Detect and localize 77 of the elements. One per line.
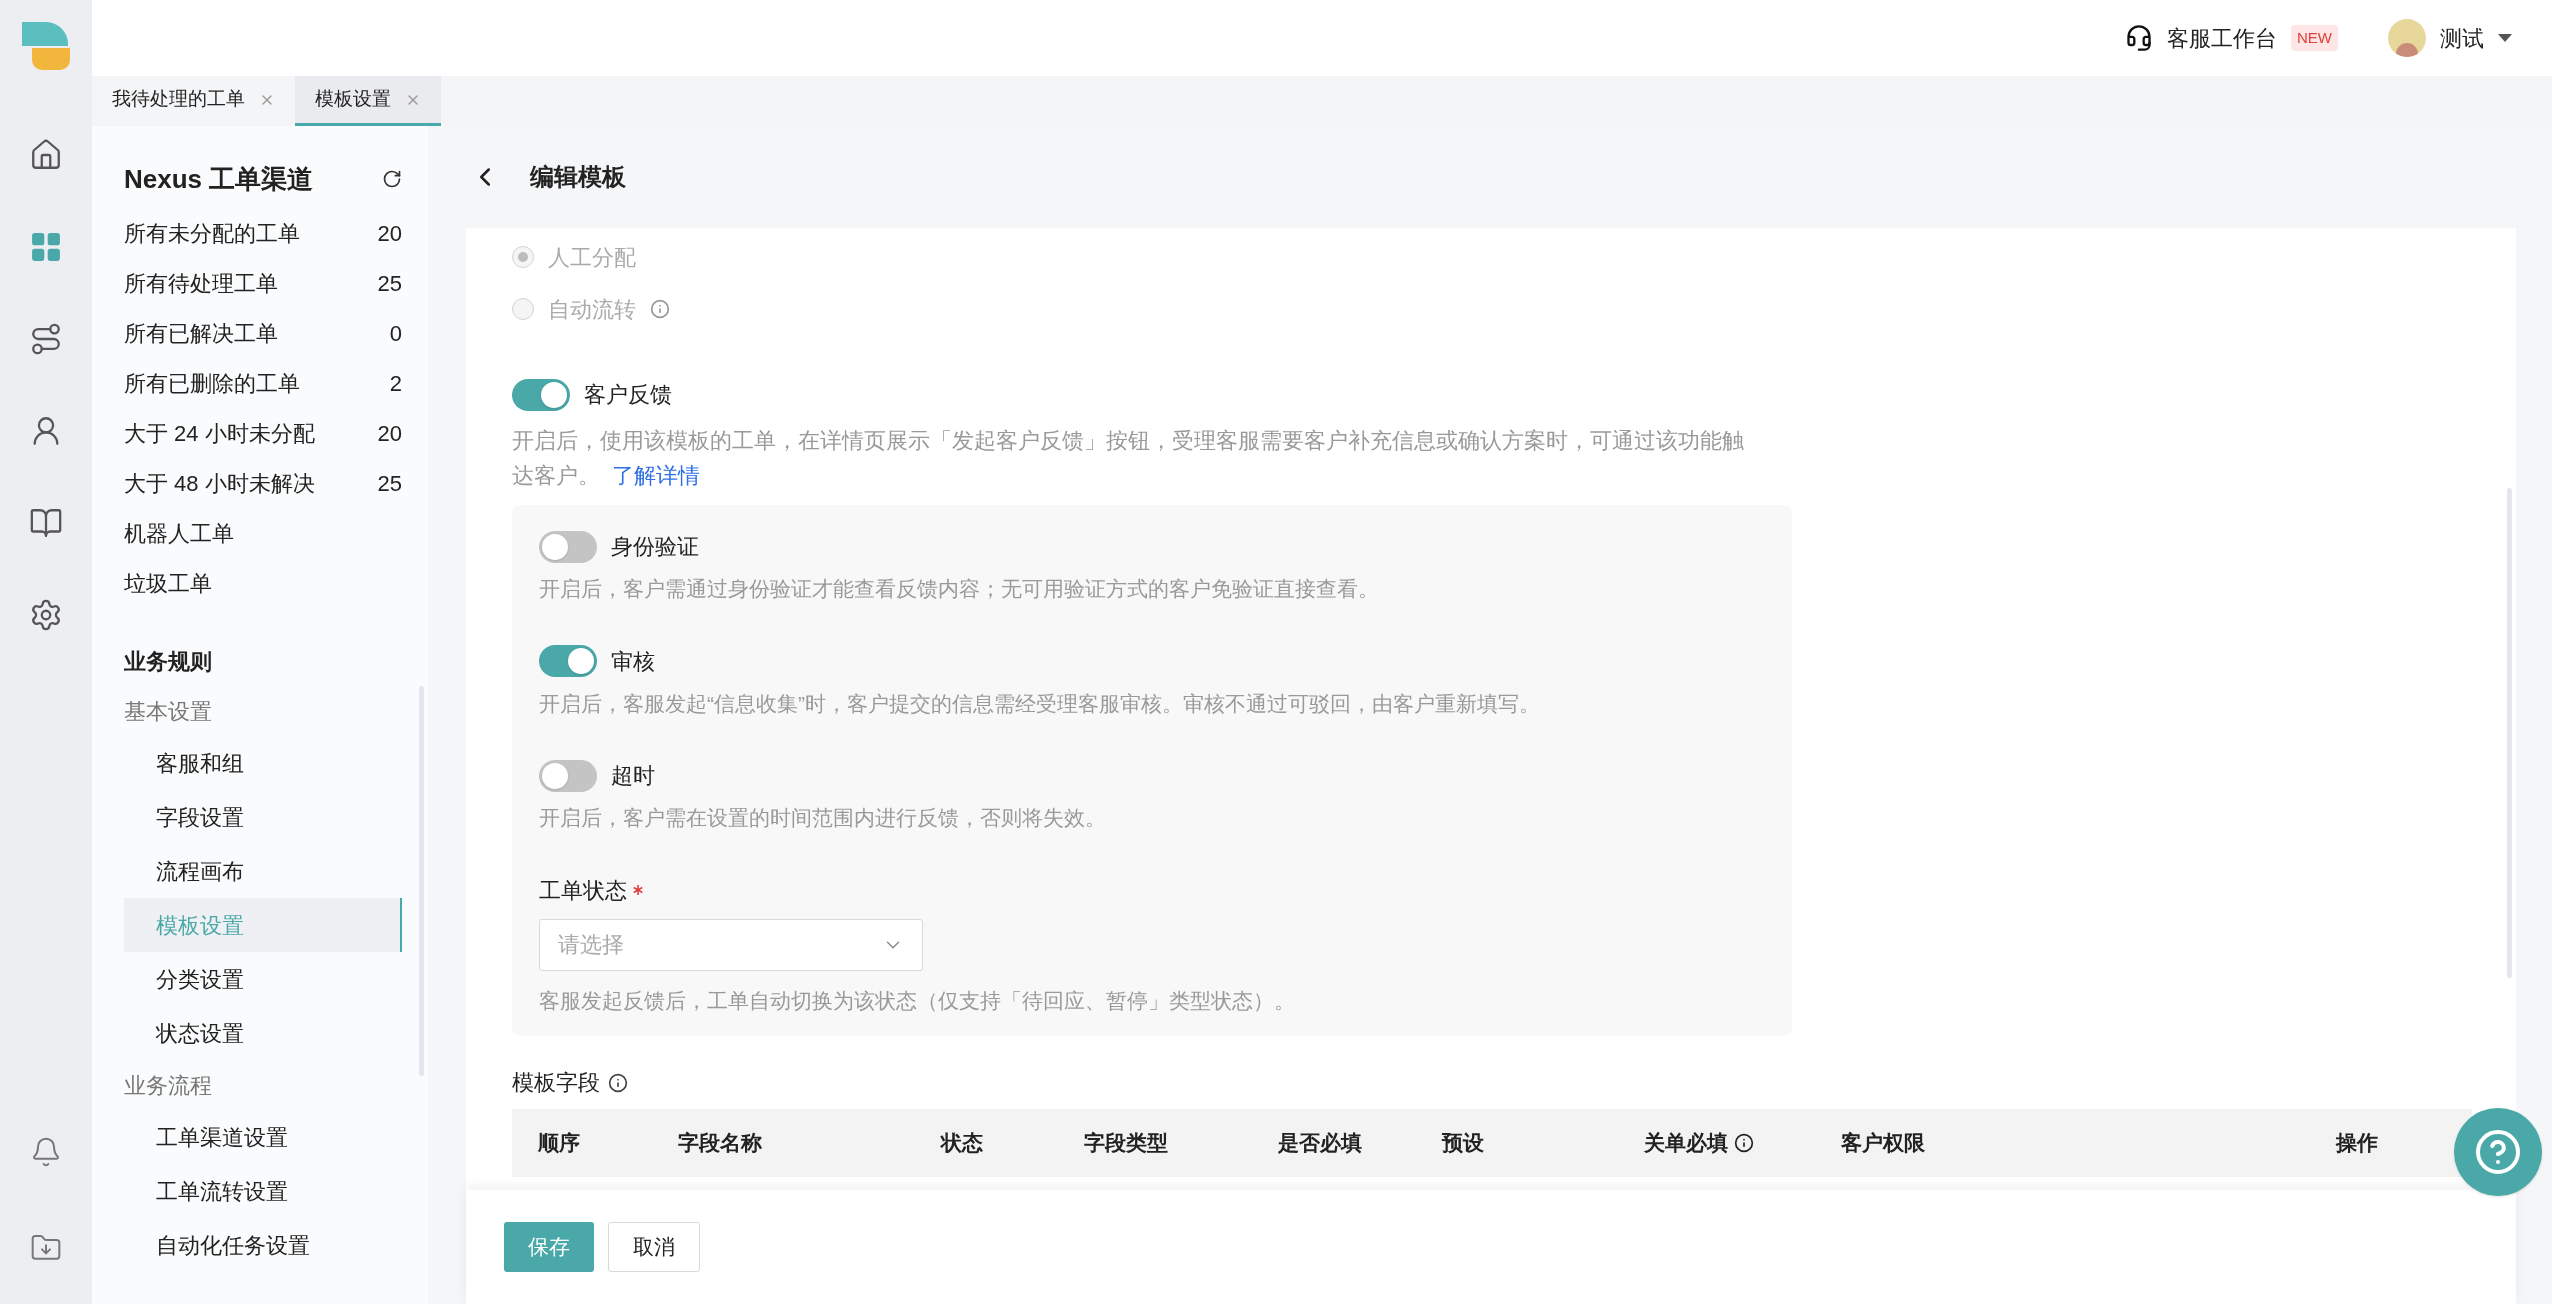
column-header: 顺序 — [538, 1130, 580, 1157]
tab[interactable]: 模板设置 — [295, 76, 441, 126]
column-header: 客户权限 — [1841, 1130, 1925, 1157]
radio-label: 自动流转 — [548, 295, 636, 324]
info-icon[interactable] — [1734, 1133, 1754, 1153]
learn-more-link[interactable]: 了解详情 — [612, 463, 701, 488]
logo-icon — [20, 20, 72, 72]
user-name[interactable]: 测试 — [2440, 21, 2484, 55]
info-icon[interactable] — [608, 1072, 628, 1093]
view-count: 0 — [389, 319, 402, 348]
column-header: 是否必填 — [1278, 1130, 1362, 1157]
column-header: 状态 — [941, 1130, 983, 1157]
group-title: 业务流程 — [124, 1071, 213, 1100]
settings-item[interactable]: 流程画布 — [124, 844, 402, 898]
view-item[interactable]: 所有未分配的工单 20 — [124, 208, 402, 258]
headset-icon — [2125, 24, 2153, 52]
settings-item[interactable]: 状态设置 — [124, 1006, 402, 1060]
toggle-switch[interactable] — [539, 645, 597, 677]
cancel-button[interactable]: 取消 — [608, 1222, 700, 1272]
group-title: 基本设置 — [124, 697, 213, 726]
feedback-description: 开启后，使用该模板的工单，在详情页展示「发起客户反馈」按钮，受理客服需要客户补充信息或确认方案时，可通过该功能触达客户。 了解详情 — [512, 427, 1745, 490]
view-item[interactable]: 所有已解决工单 0 — [124, 308, 402, 358]
radio-label: 人工分配 — [548, 243, 636, 272]
column-header: 字段名称 — [678, 1130, 762, 1157]
toggle-label: 审核 — [611, 647, 655, 676]
avatar[interactable] — [2388, 19, 2426, 57]
toggle-label: 身份验证 — [611, 533, 699, 561]
view-item[interactable]: 所有待处理工单 25 — [124, 258, 402, 308]
workbench-link[interactable]: 客服工作台 — [2167, 21, 2277, 55]
field-help: 客服发起反馈后，工单自动切换为该状态（仅支持「待回应、暂停」类型状态）。 — [539, 987, 1296, 1014]
page-title: 编辑模板 — [530, 162, 626, 192]
tab[interactable]: 我待处理的工单 — [92, 76, 295, 126]
option-description: 开启后，客户需在设置的时间范围内进行反馈，否则将失效。 — [539, 805, 1107, 831]
option-description: 开启后，客户需通过身份验证才能查看反馈内容；无可用验证方式的客户免验证直接查看。 — [539, 576, 1380, 602]
caret-icon[interactable] — [2498, 34, 2512, 42]
view-item[interactable]: 机器人工单 — [124, 508, 402, 558]
column-header: 预设 — [1442, 1130, 1484, 1157]
settings-item[interactable]: 分类设置 — [124, 952, 402, 1006]
toggle-switch[interactable] — [539, 530, 597, 563]
status-select[interactable]: 请选择 — [539, 918, 923, 971]
route-icon[interactable] — [29, 322, 63, 356]
view-count: 25 — [377, 269, 402, 298]
grid-icon[interactable] — [29, 230, 63, 264]
channel-title: Nexus 工单渠道 — [124, 162, 314, 196]
view-count: 2 — [389, 369, 402, 398]
column-header: 操作 — [2336, 1130, 2378, 1157]
view-item[interactable]: 大于 24 小时未分配 20 — [124, 408, 402, 458]
book-icon[interactable] — [29, 506, 63, 540]
view-item[interactable]: 垃圾工单 — [124, 558, 402, 608]
field-label: 工单状态 — [539, 876, 627, 905]
settings-item[interactable]: 工单渠道设置 — [124, 1110, 402, 1164]
refresh-icon[interactable] — [382, 169, 402, 189]
view-item[interactable]: 大于 48 小时未解决 25 — [124, 458, 402, 508]
toggle-label: 超时 — [611, 762, 655, 790]
view-count: 25 — [377, 469, 402, 498]
scrollbar[interactable] — [2507, 488, 2512, 978]
section-title: 业务规则 — [124, 647, 213, 676]
toggle-label: 客户反馈 — [584, 381, 672, 409]
toggle-switch[interactable] — [539, 759, 597, 792]
settings-item[interactable]: 客服和组 — [124, 736, 402, 790]
settings-item[interactable]: 自动化任务设置 — [124, 1218, 402, 1272]
settings-item[interactable]: 工单流转设置 — [124, 1164, 402, 1218]
view-count: 20 — [377, 419, 402, 448]
select-input[interactable]: 请选择 — [558, 928, 858, 961]
section-heading: 模板字段 — [512, 1069, 600, 1097]
view-count: 20 — [377, 219, 402, 248]
option-description: 开启后，客服发起“信息收集”时，客户提交的信息需经受理客服审核。审核不通过可驳回，由客户重新填写。 — [539, 690, 1541, 717]
column-header: 字段类型 — [1084, 1130, 1168, 1157]
new-badge: NEW — [2291, 24, 2338, 52]
bell-icon[interactable] — [30, 1136, 62, 1168]
column-header: 关单必填 — [1644, 1130, 1728, 1157]
settings-item[interactable]: 字段设置 — [124, 790, 402, 844]
home-icon[interactable] — [29, 138, 63, 172]
help-icon — [2474, 1128, 2522, 1176]
toggle-switch[interactable] — [512, 378, 570, 411]
settings-icon[interactable] — [29, 598, 63, 632]
view-item[interactable]: 所有已删除的工单 2 — [124, 358, 402, 408]
